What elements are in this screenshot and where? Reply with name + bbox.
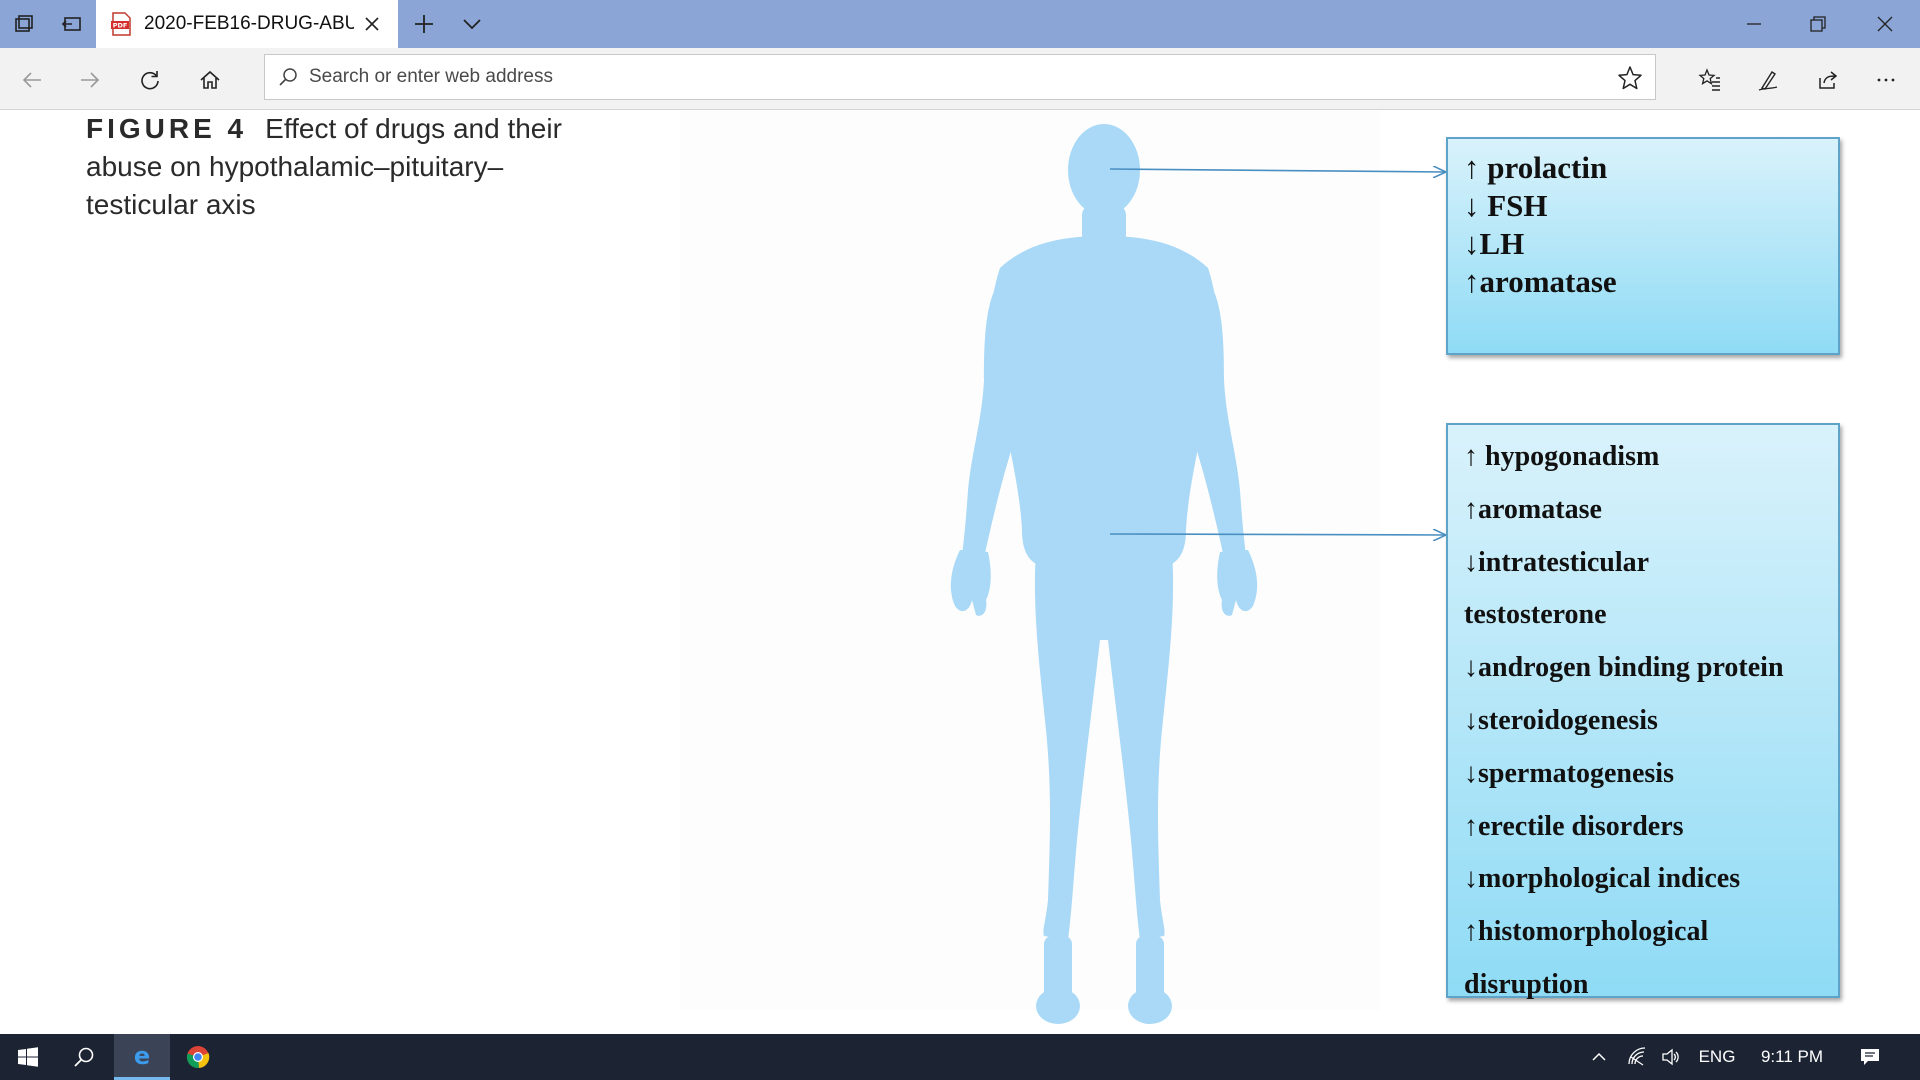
wifi-icon[interactable] [1622,1034,1652,1080]
restore-button[interactable] [1786,0,1850,48]
taskbar: e ENG 9:11 PM [0,1034,1920,1080]
pdf-viewer[interactable]: FIGURE 4 Effect of drugs and their abuse … [0,110,1920,1034]
favorites-list-icon[interactable] [1686,56,1734,104]
title-bar: PDF 2020-FEB16-DRUG-ABU [0,0,1920,48]
arrow-to-head-box [1109,169,1446,172]
clock[interactable]: 9:11 PM [1752,1034,1832,1080]
tab-actions-icon[interactable] [0,0,48,48]
new-tab-button[interactable] [400,0,448,48]
testicular-effect-item: ↑ hypogonadism [1464,441,1660,472]
refresh-icon[interactable] [126,56,174,104]
search-icon[interactable] [56,1034,112,1080]
windows-start-icon[interactable] [0,1034,56,1080]
close-window-button[interactable] [1850,0,1920,48]
hypothalamic-pituitary-effects-box: ↑ prolactin ↓ FSH ↓LH ↑aromatase [1446,137,1840,355]
back-arrow-icon[interactable] [8,56,56,104]
tab-active[interactable]: PDF 2020-FEB16-DRUG-ABU [96,0,398,48]
forward-arrow-icon[interactable] [66,56,114,104]
testicular-effects-box: ↑ hypogonadism ↑aromatase ↓intratesticular… [1446,423,1840,1000]
pdf-file-icon: PDF [110,12,132,36]
edge-browser-icon[interactable]: e [114,1034,170,1080]
hormone-effect-item: ↓LH [1464,226,1525,261]
testicular-effect-item: ↑histomorphological [1464,916,1709,948]
tabs-aside-icon[interactable] [48,0,96,48]
hormone-effect-item: ↑aromatase [1464,264,1617,299]
testicular-effect-item: ↑aromatase [1464,493,1602,525]
search-icon [279,68,297,86]
chevron-up-icon[interactable] [1584,1034,1614,1080]
address-input[interactable] [309,66,1549,88]
testicular-effect-item: ↓intratesticular [1464,546,1650,578]
testicular-effect-item: ↑erectile disorders [1464,810,1684,842]
testicular-effect-item: ↓spermatogenesis [1464,757,1674,789]
notification-icon[interactable] [1850,1034,1890,1080]
testicular-effect-item: ↓androgen binding protein [1464,652,1784,684]
tab-title: 2020-FEB16-DRUG-ABU [144,13,354,34]
navigation-bar [0,48,1920,110]
hormone-effect-item: ↑ prolactin [1464,150,1608,185]
close-tab-icon[interactable] [360,12,384,36]
testicular-effect-item: testosterone [1464,599,1607,631]
minimize-button[interactable] [1722,0,1786,48]
human-body-illustration [950,124,1460,1024]
volume-icon[interactable] [1656,1034,1686,1080]
more-icon[interactable] [1862,56,1910,104]
pen-icon[interactable] [1744,56,1792,104]
svg-text:e: e [134,1043,150,1069]
star-icon[interactable] [1617,65,1643,91]
arrow-to-testis-box [1109,534,1446,535]
testicular-effect-item: ↓steroidogenesis [1464,704,1658,736]
address-bar[interactable] [264,54,1656,100]
share-icon[interactable] [1804,56,1852,104]
chevron-down-icon[interactable] [448,0,496,48]
svg-text:PDF: PDF [113,22,128,30]
hormone-effect-item: ↓ FSH [1464,188,1548,223]
chrome-browser-icon[interactable] [170,1034,226,1080]
testicular-effect-item: disruption [1464,968,1589,1000]
home-icon[interactable] [186,56,234,104]
language-indicator[interactable]: ENG [1694,1034,1740,1080]
testicular-effect-item: ↓morphological indices [1464,863,1741,895]
